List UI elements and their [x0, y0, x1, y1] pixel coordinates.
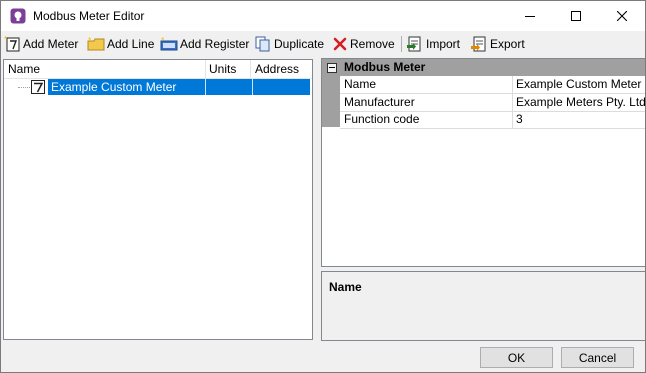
export-label: Export — [490, 37, 525, 51]
window-title: Modbus Meter Editor — [33, 9, 145, 23]
duplicate-button[interactable]: Duplicate — [254, 35, 324, 53]
property-row-name[interactable]: Name Example Custom Meter — [340, 76, 645, 94]
property-row-function-code[interactable]: Function code 3 — [340, 111, 645, 129]
property-name: Manufacturer — [344, 95, 415, 109]
export-button[interactable]: Export — [470, 35, 525, 53]
title-bar: Modbus Meter Editor — [1, 1, 645, 31]
ok-button[interactable]: OK — [480, 347, 553, 368]
add-meter-label: Add Meter — [23, 37, 79, 51]
add-meter-button[interactable]: Add Meter — [3, 35, 78, 53]
property-name: Function code — [344, 112, 420, 126]
column-header-units[interactable]: Units — [209, 62, 236, 76]
add-register-label: Add Register — [180, 37, 250, 51]
app-icon — [10, 8, 26, 24]
property-name: Name — [344, 77, 377, 91]
column-divider[interactable] — [205, 60, 206, 78]
column-header-name[interactable]: Name — [8, 62, 40, 76]
minimize-icon — [525, 16, 535, 17]
property-grid[interactable]: Modbus Meter Name Example Custom Meter M… — [321, 58, 645, 267]
meter-icon — [31, 80, 45, 94]
property-splitter[interactable] — [512, 94, 513, 111]
property-value[interactable]: Example Custom Meter — [516, 77, 641, 91]
property-category[interactable]: Modbus Meter — [322, 59, 645, 76]
remove-icon — [333, 37, 347, 51]
column-header-address[interactable]: Address — [255, 62, 299, 76]
collapse-icon[interactable] — [327, 63, 337, 73]
remove-label: Remove — [350, 37, 395, 51]
cell-divider — [252, 79, 253, 95]
property-row-manufacturer[interactable]: Manufacturer Example Meters Pty. Ltd. — [340, 94, 645, 112]
toolbar: Add Meter Add Line Add Register Duplicat… — [1, 32, 645, 56]
close-button[interactable] — [599, 1, 645, 31]
duplicate-icon — [255, 36, 270, 52]
close-icon — [617, 11, 627, 21]
export-icon — [471, 36, 486, 52]
property-value[interactable]: Example Meters Pty. Ltd. — [516, 95, 645, 109]
import-icon — [407, 36, 421, 52]
cancel-button[interactable]: Cancel — [561, 347, 634, 368]
cell-divider — [205, 79, 206, 95]
property-gutter — [322, 76, 340, 127]
tree-header: Name Units Address — [4, 60, 312, 79]
tree-connector — [18, 87, 30, 88]
property-splitter[interactable] — [512, 76, 513, 93]
property-splitter[interactable] — [512, 111, 513, 128]
column-divider[interactable] — [250, 60, 251, 78]
add-line-button[interactable]: Add Line — [87, 35, 154, 53]
property-description-panel: Name — [321, 271, 645, 341]
property-value[interactable]: 3 — [516, 112, 523, 126]
remove-button[interactable]: Remove — [332, 35, 395, 53]
maximize-button[interactable] — [553, 1, 599, 31]
import-label: Import — [426, 37, 461, 51]
add-line-label: Add Line — [107, 37, 155, 51]
import-button[interactable]: Import — [406, 35, 460, 53]
maximize-icon — [571, 11, 581, 21]
tree-row-name: Example Custom Meter — [51, 80, 177, 94]
minimize-button[interactable] — [507, 1, 553, 31]
meter-tree[interactable]: Name Units Address Example Custom Meter — [3, 59, 313, 340]
add-register-icon — [160, 37, 178, 51]
add-line-icon — [87, 37, 105, 51]
description-title: Name — [329, 280, 362, 294]
add-register-button[interactable]: Add Register — [160, 35, 249, 53]
category-label: Modbus Meter — [344, 60, 426, 74]
add-meter-icon — [4, 36, 20, 52]
tree-row[interactable]: Example Custom Meter — [4, 79, 312, 95]
modbus-meter-editor-window: Modbus Meter Editor Add Meter Add Line A… — [0, 0, 646, 373]
toolbar-separator — [401, 36, 402, 52]
duplicate-label: Duplicate — [274, 37, 325, 51]
